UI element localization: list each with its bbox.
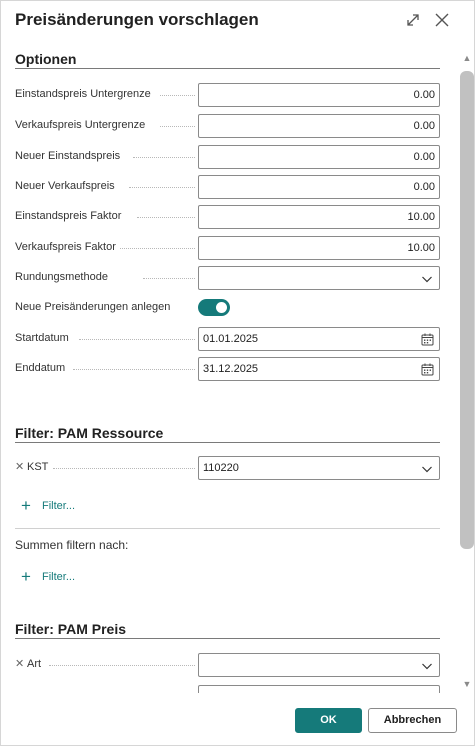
field-label: Verkaufspreis Faktor bbox=[15, 241, 116, 253]
dialog-title: Preisänderungen vorschlagen bbox=[15, 10, 259, 29]
field-row-neuer-einstandspreis: Neuer Einstandspreis 0.00 bbox=[15, 145, 440, 169]
section-title-filter-preis: Filter: PAM Preis bbox=[15, 621, 126, 637]
section-divider bbox=[15, 68, 440, 69]
leader-dots bbox=[73, 369, 195, 370]
filter-row-kst: ✕ KST 110220 bbox=[15, 456, 440, 480]
field-row-neuer-verkaufspreis: Neuer Verkaufspreis 0.00 bbox=[15, 175, 440, 199]
section-divider bbox=[15, 638, 440, 639]
field-value: 0.00 bbox=[413, 181, 435, 193]
remove-filter-icon[interactable]: ✕ bbox=[15, 657, 24, 670]
calendar-icon[interactable] bbox=[421, 363, 434, 376]
field-row-verkaufspreis-faktor: Verkaufspreis Faktor 10.00 bbox=[15, 236, 440, 260]
leader-dots bbox=[120, 248, 195, 249]
field-row-neue-preisaenderungen: Neue Preisänderungen anlegen bbox=[15, 296, 440, 320]
chevron-down-icon bbox=[422, 276, 432, 283]
scroll-down-icon[interactable]: ▼ bbox=[462, 679, 472, 689]
leader-dots bbox=[49, 665, 195, 666]
expand-icon[interactable] bbox=[404, 11, 422, 29]
field-value: 10.00 bbox=[407, 211, 435, 223]
plus-icon: + bbox=[21, 496, 31, 515]
add-filter-label: Filter... bbox=[42, 571, 76, 583]
field-label: Enddatum bbox=[15, 362, 66, 374]
cancel-button[interactable]: Abbrechen bbox=[368, 708, 457, 733]
chevron-down-icon bbox=[422, 466, 432, 473]
leader-dots bbox=[129, 187, 195, 188]
field-row-einstandspreis-faktor: Einstandspreis Faktor 10.00 bbox=[15, 205, 440, 229]
filter-row-partial bbox=[15, 685, 440, 693]
scrollbar-thumb[interactable] bbox=[460, 71, 474, 549]
dialog-content: Optionen Einstandspreis Untergrenze 0.00… bbox=[1, 45, 459, 693]
art-filter-select[interactable] bbox=[198, 653, 440, 677]
field-row-rundungsmethode: Rundungsmethode bbox=[15, 266, 440, 290]
field-value: 10.00 bbox=[407, 242, 435, 254]
field-row-einstandspreis-untergrenze: Einstandspreis Untergrenze 0.00 bbox=[15, 83, 440, 107]
chevron-down-icon bbox=[422, 663, 432, 670]
divider bbox=[15, 528, 440, 529]
field-label: Einstandspreis Faktor bbox=[15, 210, 122, 222]
sum-filter-label: Summen filtern nach: bbox=[15, 538, 129, 552]
neuer-einstandspreis-input[interactable]: 0.00 bbox=[198, 145, 440, 169]
field-label: Neue Preisänderungen anlegen bbox=[15, 301, 171, 313]
field-row-verkaufspreis-untergrenze: Verkaufspreis Untergrenze 0.00 bbox=[15, 114, 440, 138]
field-label: Verkaufspreis Untergrenze bbox=[15, 119, 146, 131]
field-value: 110220 bbox=[203, 462, 239, 474]
field-row-startdatum: Startdatum 01.01.2025 bbox=[15, 327, 440, 351]
filter-label: KST bbox=[27, 461, 49, 473]
scroll-up-icon[interactable]: ▲ bbox=[462, 53, 472, 63]
field-label: Rundungsmethode bbox=[15, 271, 108, 283]
vertical-scrollbar[interactable]: ▲ ▼ bbox=[460, 51, 474, 691]
leader-dots bbox=[160, 95, 195, 96]
neue-preisaenderungen-toggle[interactable] bbox=[198, 299, 230, 316]
field-value: 0.00 bbox=[413, 120, 435, 132]
field-value: 31.12.2025 bbox=[203, 363, 259, 375]
field-value: 0.00 bbox=[413, 151, 435, 163]
leader-dots bbox=[137, 217, 195, 218]
toggle-knob bbox=[216, 302, 227, 313]
rundungsmethode-select[interactable] bbox=[198, 266, 440, 290]
partial-filter-field[interactable] bbox=[198, 685, 440, 693]
verkaufspreis-faktor-input[interactable]: 10.00 bbox=[198, 236, 440, 260]
neuer-verkaufspreis-input[interactable]: 0.00 bbox=[198, 175, 440, 199]
section-divider bbox=[15, 442, 440, 443]
leader-dots bbox=[143, 278, 195, 279]
ok-button[interactable]: OK bbox=[295, 708, 362, 733]
plus-icon: + bbox=[21, 567, 31, 586]
dialog: Preisänderungen vorschlagen Optionen Ein… bbox=[0, 0, 475, 746]
leader-dots bbox=[160, 126, 195, 127]
close-icon[interactable] bbox=[433, 11, 451, 29]
dialog-header: Preisänderungen vorschlagen bbox=[1, 1, 474, 45]
filter-label: Art bbox=[27, 658, 42, 670]
dialog-footer: OK Abbrechen bbox=[1, 693, 474, 745]
field-value: 01.01.2025 bbox=[203, 333, 259, 345]
section-title-filter-ressource: Filter: PAM Ressource bbox=[15, 425, 164, 441]
field-label: Neuer Verkaufspreis bbox=[15, 180, 115, 192]
filter-row-art: ✕ Art bbox=[15, 653, 440, 677]
leader-dots bbox=[133, 157, 195, 158]
startdatum-input[interactable]: 01.01.2025 bbox=[198, 327, 440, 351]
add-filter-label: Filter... bbox=[42, 500, 76, 512]
section-title-options: Optionen bbox=[15, 51, 77, 67]
einstandspreis-faktor-input[interactable]: 10.00 bbox=[198, 205, 440, 229]
kst-filter-select[interactable]: 110220 bbox=[198, 456, 440, 480]
field-label: Startdatum bbox=[15, 332, 69, 344]
einstandspreis-untergrenze-input[interactable]: 0.00 bbox=[198, 83, 440, 107]
enddatum-input[interactable]: 31.12.2025 bbox=[198, 357, 440, 381]
field-row-enddatum: Enddatum 31.12.2025 bbox=[15, 357, 440, 381]
remove-filter-icon[interactable]: ✕ bbox=[15, 460, 24, 473]
field-label: Neuer Einstandspreis bbox=[15, 150, 121, 162]
leader-dots bbox=[53, 468, 195, 469]
leader-dots bbox=[79, 339, 195, 340]
calendar-icon[interactable] bbox=[421, 333, 434, 346]
field-value: 0.00 bbox=[413, 89, 435, 101]
field-label: Einstandspreis Untergrenze bbox=[15, 88, 151, 100]
verkaufspreis-untergrenze-input[interactable]: 0.00 bbox=[198, 114, 440, 138]
